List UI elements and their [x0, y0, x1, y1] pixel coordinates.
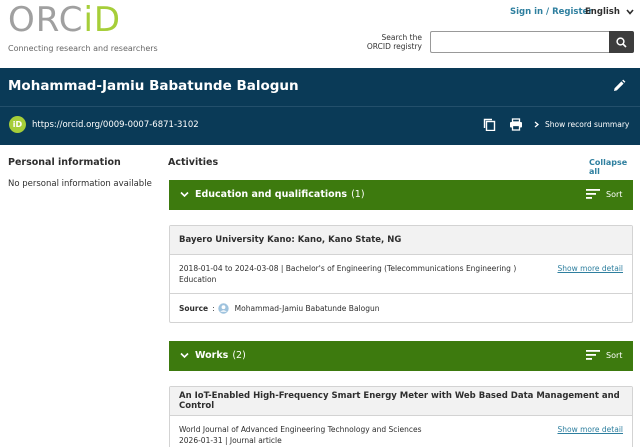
work-title: An IoT-Enabled High-Frequency Smart Ener…: [170, 387, 632, 416]
works-sort-button[interactable]: Sort: [606, 351, 622, 360]
print-icon[interactable]: [509, 118, 523, 131]
sort-icon[interactable]: [586, 349, 600, 361]
work-show-more-link[interactable]: Show more detail: [557, 424, 623, 435]
search-label-line2: ORCID registry: [366, 42, 422, 51]
orcid-id-icon: iD: [9, 116, 26, 133]
orcid-logo[interactable]: ORCiD: [8, 2, 121, 38]
profile-header: Mohammad-Jamiu Babatunde Balogun iD http…: [0, 68, 640, 145]
education-type: Education: [179, 275, 217, 284]
orcid-url[interactable]: https://orcid.org/0009-0007-6871-3102: [32, 120, 199, 130]
works-label: Works: [195, 350, 229, 361]
chevron-down-icon: [180, 352, 189, 359]
chevron-right-icon: [534, 121, 539, 128]
education-section-title: Education and qualifications (1): [195, 189, 365, 200]
works-count: (2): [232, 350, 246, 361]
works-section-title: Works (2): [195, 350, 246, 361]
education-label: Education and qualifications: [195, 189, 348, 200]
hero-divider: [0, 106, 640, 107]
education-show-more-link[interactable]: Show more detail: [557, 263, 623, 274]
work-date-type: 2026-01-31 | Journal article: [179, 436, 282, 445]
source-value: Mohammad-Jamiu Babatunde Balogun: [234, 303, 380, 313]
search-icon: [616, 36, 627, 48]
search-button[interactable]: [609, 31, 634, 53]
education-card: Bayero University Kano: Kano, Kano State…: [169, 225, 633, 323]
education-institution: Bayero University Kano: Kano, Kano State…: [170, 226, 632, 255]
chevron-down-icon: [180, 191, 189, 198]
show-record-summary-button[interactable]: Show record summary: [534, 120, 629, 129]
source-separator: :: [212, 303, 215, 313]
search-label: Search the ORCID registry: [362, 33, 422, 51]
works-section-header[interactable]: Works (2) Sort: [169, 341, 633, 371]
source-label: Source: [179, 304, 208, 313]
education-source: Source: Mohammad-Jamiu Babatunde Balogun: [170, 293, 632, 322]
education-count: (1): [351, 189, 365, 200]
show-record-summary-label: Show record summary: [545, 120, 630, 129]
chevron-down-icon: [626, 9, 634, 15]
sign-in-register-link[interactable]: Sign in / Register: [510, 7, 593, 17]
tagline: Connecting research and researchers: [8, 44, 158, 53]
personal-info-empty: No personal information available: [8, 179, 152, 189]
works-card: An IoT-Enabled High-Frequency Smart Ener…: [169, 386, 633, 447]
education-dates-degree: 2018-01-04 to 2024-03-08 | Bachelor's of…: [179, 264, 517, 273]
search-label-line1: Search the: [381, 33, 422, 42]
work-details: World Journal of Advanced Engineering Te…: [170, 416, 632, 447]
collapse-all-link[interactable]: Collapse all: [589, 158, 640, 176]
profile-name: Mohammad-Jamiu Babatunde Balogun: [8, 78, 299, 94]
work-journal: World Journal of Advanced Engineering Te…: [179, 425, 422, 434]
search-input[interactable]: [430, 31, 610, 53]
user-icon: [217, 302, 229, 314]
education-details: 2018-01-04 to 2024-03-08 | Bachelor's of…: [170, 255, 632, 293]
language-label: English: [585, 7, 620, 17]
logo-prefix: ORC: [8, 0, 84, 40]
source-label-text: Source: [179, 303, 209, 313]
sort-icon[interactable]: [586, 188, 600, 200]
personal-info-title: Personal information: [8, 157, 121, 168]
copy-icon[interactable]: [483, 118, 496, 131]
education-section-header[interactable]: Education and qualifications (1) Sort: [169, 180, 633, 210]
education-sort-button[interactable]: Sort: [606, 190, 622, 199]
top-bar: ORCiD Connecting research and researcher…: [0, 0, 640, 68]
language-selector[interactable]: English: [585, 7, 634, 17]
activities-title: Activities: [168, 157, 219, 168]
logo-suffix: iD: [83, 0, 122, 40]
pencil-icon[interactable]: [612, 79, 626, 93]
